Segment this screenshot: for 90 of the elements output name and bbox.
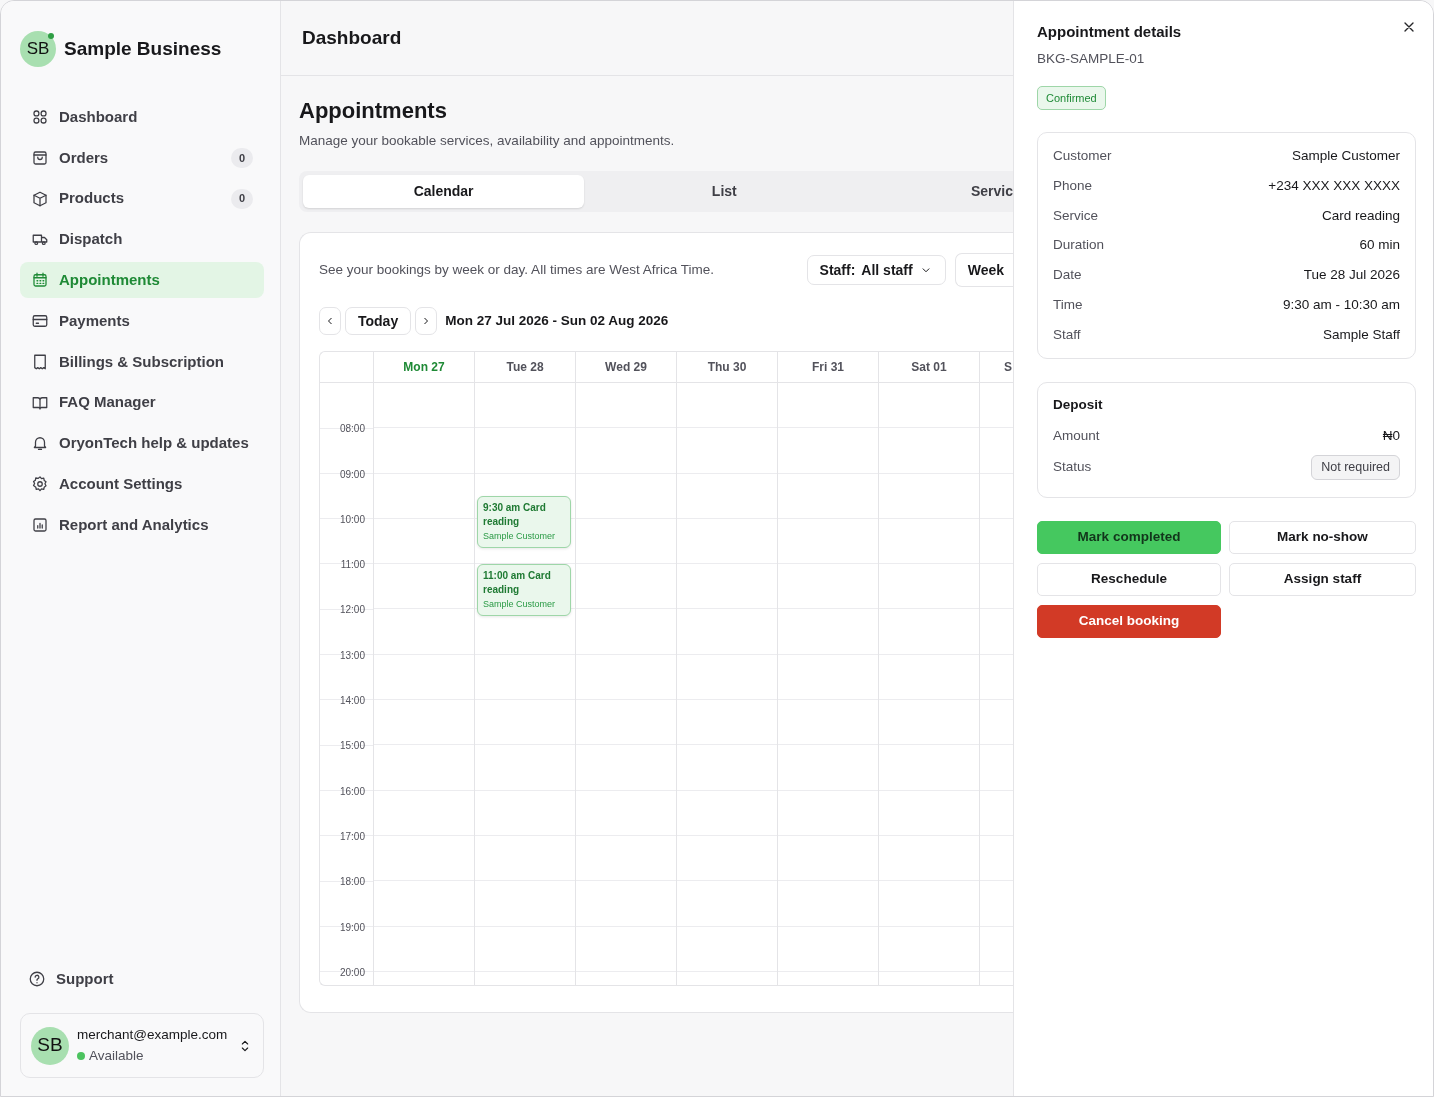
- field-value: Card reading: [1321, 206, 1400, 225]
- booking-id: BKG-SAMPLE-01: [1037, 49, 1146, 68]
- business-name: Sample Business: [64, 36, 222, 61]
- time-label: 08:00: [339, 423, 365, 435]
- grid-icon: [31, 108, 49, 126]
- day-header: Fri 31: [777, 352, 878, 383]
- calendar-icon: [31, 271, 49, 290]
- field-value: Sample Staff: [1322, 325, 1400, 344]
- time-label: 17:00: [339, 830, 365, 842]
- bag-icon: [31, 148, 49, 167]
- time-label: 10:00: [339, 513, 365, 525]
- help-icon: [28, 970, 46, 988]
- tab[interactable]: Calendar: [303, 175, 585, 209]
- box-icon: [31, 189, 49, 208]
- bell-icon: [31, 434, 49, 453]
- sidebar-item[interactable]: Report and Analytics: [20, 506, 264, 543]
- date-range: Mon 27 Jul 2026 - Sun 02 Aug 2026: [445, 312, 669, 331]
- drawer-title: Appointment details: [1037, 22, 1182, 42]
- card-icon: [31, 312, 49, 330]
- field-value: ₦0: [1382, 426, 1400, 445]
- appointment-event[interactable]: 9:30 am Card reading Sample Customer: [477, 496, 571, 549]
- action-button[interactable]: Assign staff: [1229, 562, 1416, 596]
- user-card[interactable]: SB merchant@example.com Available: [20, 1013, 264, 1078]
- calendar-note: See your bookings by week or day. All times are West Africa Time.: [319, 261, 714, 280]
- receipt-icon: [31, 352, 49, 371]
- sidebar-item[interactable]: Billings & Subscription: [20, 343, 264, 380]
- field-label: Amount: [1053, 426, 1100, 445]
- field-value: Tue 28 Jul 2026: [1303, 266, 1400, 285]
- status-dot: [48, 33, 54, 39]
- field-label: Customer: [1053, 147, 1112, 165]
- deposit-status-badge: Not required: [1311, 455, 1400, 480]
- sidebar-item[interactable]: Appointments: [20, 262, 264, 299]
- sidebar-item[interactable]: Account Settings: [20, 466, 264, 503]
- field-label: Phone: [1053, 176, 1093, 195]
- time-label: 11:00: [340, 559, 365, 571]
- field-label: Status: [1053, 458, 1092, 477]
- day-header: Mon 27: [373, 352, 474, 383]
- view-button[interactable]: Week: [954, 253, 1013, 288]
- time-label: 09:00: [339, 468, 365, 480]
- count-badge: 0: [231, 147, 253, 168]
- field-value: Sample Customer: [1291, 147, 1400, 165]
- field-label: Duration: [1053, 236, 1105, 255]
- field-label: Time: [1053, 296, 1083, 314]
- field-label: Date: [1053, 266, 1082, 285]
- staff-dropdown[interactable]: Staff: All staff: [806, 255, 946, 286]
- header-title: Dashboard: [281, 1, 1013, 76]
- status-badge: Confirmed: [1037, 85, 1106, 111]
- time-label: 14:00: [339, 695, 365, 707]
- time-label: 13:00: [339, 649, 365, 661]
- day-header: Thu 30: [676, 352, 777, 383]
- field-label: Service: [1053, 206, 1098, 225]
- day-header: Wed 29: [575, 352, 676, 383]
- action-button[interactable]: Mark no-show: [1229, 520, 1416, 554]
- field-value: 60 min: [1359, 236, 1400, 255]
- tab[interactable]: Servic: [864, 175, 1013, 209]
- sidebar-item[interactable]: Dispatch: [20, 221, 264, 258]
- count-badge: 0: [231, 188, 253, 209]
- time-label: 15:00: [339, 740, 365, 752]
- sidebar-item[interactable]: OryonTech help & updates: [20, 425, 264, 462]
- field-value: +234 XXX XXX XXXX: [1268, 176, 1400, 195]
- user-status: Available: [89, 1046, 144, 1065]
- field-label: Staff: [1053, 325, 1081, 344]
- action-button[interactable]: Cancel booking: [1037, 604, 1221, 638]
- time-label: 18:00: [339, 876, 365, 888]
- business-avatar: SB: [20, 31, 56, 67]
- action-button[interactable]: Mark completed: [1037, 520, 1221, 554]
- tab[interactable]: List: [584, 175, 865, 209]
- sidebar-item[interactable]: Dashboard: [20, 99, 264, 135]
- chart-icon: [31, 515, 49, 534]
- page-title: Appointments: [299, 97, 448, 125]
- appointment-event[interactable]: 11:00 am Card reading Sample Customer: [477, 564, 571, 617]
- sidebar-item[interactable]: Payments: [20, 303, 264, 339]
- action-button[interactable]: Reschedule: [1037, 562, 1221, 596]
- time-label: 19:00: [339, 921, 365, 933]
- page-subtitle: Manage your bookable services, availability and appointments.: [299, 132, 676, 150]
- sidebar-item[interactable]: Orders 0: [20, 139, 264, 176]
- day-header: Tue 28: [474, 352, 575, 383]
- today-button[interactable]: Today: [345, 307, 412, 336]
- support-link[interactable]: Support: [20, 961, 264, 997]
- day-header: Sat 01: [878, 352, 979, 383]
- user-email: merchant@example.com: [77, 1026, 229, 1045]
- sidebar-item[interactable]: Products 0: [20, 180, 264, 217]
- field-value: 9:30 am - 10:30 am: [1282, 296, 1400, 314]
- sidebar-item[interactable]: FAQ Manager: [20, 384, 264, 421]
- time-label: 20:00: [339, 966, 365, 978]
- user-avatar: SB: [31, 1026, 69, 1065]
- settings-icon: [31, 475, 49, 494]
- deposit-title: Deposit: [1053, 395, 1104, 414]
- time-label: 16:00: [339, 785, 365, 797]
- time-label: 12:00: [339, 604, 365, 616]
